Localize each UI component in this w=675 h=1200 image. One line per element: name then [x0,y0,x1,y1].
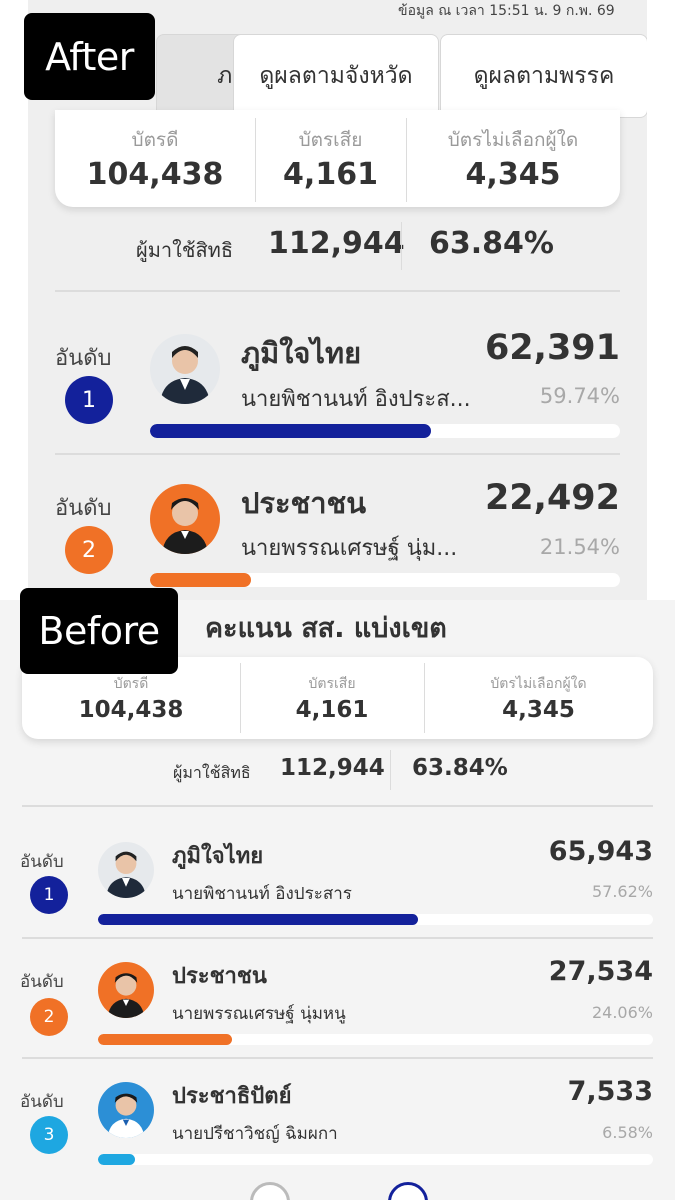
vote-count: 62,391 [484,328,620,368]
rank-label: อันดับ [55,496,112,521]
divider [55,453,620,455]
vote-share-bar [98,1034,653,1045]
divider [55,290,620,292]
vote-share-fill [150,573,252,587]
candidate-avatar [150,484,220,554]
candidate-avatar [98,1082,154,1138]
vote-share-fill [98,914,418,925]
stat-value: 4,161 [295,697,369,723]
pagination-prev-icon[interactable] [250,1182,290,1200]
vote-count: 7,533 [567,1076,653,1107]
ballot-stats-card: บัตรดี 104,438 บัตรเสีย 4,161 บัตรไม่เลื… [55,110,620,207]
vote-count: 27,534 [548,956,653,987]
vote-share-fill [98,1034,232,1045]
turnout-value: 112,944 [268,226,405,261]
rank-badge: 2 [65,526,113,574]
stat-no-vote-ballots: บัตรไม่เลือกผู้ใด 4,345 [406,110,620,207]
after-tag: After [24,13,155,100]
vote-share-bar [150,424,620,438]
rank-badge: 1 [30,876,68,914]
candidate-avatar [98,842,154,898]
before-screenshot: คะแนน สส. แบ่งเขต บัตรดี 104,438 บัตรเสี… [0,600,675,1200]
before-tag: Before [20,588,178,674]
party-name: ภูมิใจไทย [241,336,362,370]
stat-label: บัตรเสีย [298,129,363,151]
vote-percent: 6.58% [602,1123,653,1142]
stat-value: 4,345 [502,697,575,723]
stat-good-ballots: บัตรดี 104,438 [55,110,255,207]
stat-label: บัตรดี [113,676,149,692]
stat-label: บัตรเสีย [308,676,356,692]
stat-spoiled-ballots: บัตรเสีย 4,161 [240,657,424,739]
party-name: ภูมิใจไทย [172,844,264,869]
party-name: ประชาชน [172,964,267,989]
rank-badge: 2 [30,998,68,1036]
stat-spoiled-ballots: บัตรเสีย 4,161 [255,110,406,207]
tab-by-party[interactable]: ดูผลตามพรรค [440,34,647,118]
divider [22,805,653,807]
vote-share-bar [150,573,620,587]
section-title: คะแนน สส. แบ่งเขต [205,613,447,644]
stat-no-vote-ballots: บัตรไม่เลือกผู้ใด 4,345 [424,657,653,739]
tab-by-province[interactable]: ดูผลตามจังหวัด [233,34,439,118]
stat-value: 104,438 [78,697,184,723]
rank-label: อันดับ [20,852,64,872]
stat-value: 4,161 [283,157,378,192]
vote-share-fill [150,424,431,438]
turnout-value: 112,944 [280,755,385,781]
candidate-name: นายพิชานนท์ อิงประส... [241,387,471,412]
candidate-name: นายพรรณเศรษฐ์ นุ่ม... [241,536,458,561]
rank-badge: 3 [30,1116,68,1154]
turnout-percent: 63.84% [429,226,554,261]
vote-count: 65,943 [548,836,653,867]
rank-label: อันดับ [20,1092,64,1112]
party-name: ประชาธิปัตย์ [172,1084,292,1109]
party-name: ประชาชน [241,486,367,520]
candidate-name: นายพิชานนท์ อิงประสาร [172,884,352,904]
pagination-next-icon[interactable] [388,1182,428,1200]
turnout-percent: 63.84% [412,755,508,781]
divider [401,222,402,270]
divider [22,1057,653,1059]
stat-label: บัตรไม่เลือกผู้ใด [490,676,587,692]
stat-value: 104,438 [86,157,224,192]
candidate-avatar [98,962,154,1018]
rank-label: อันดับ [55,346,112,371]
vote-percent: 59.74% [539,384,620,408]
stat-value: 4,345 [465,157,561,192]
divider [22,937,653,939]
candidate-avatar [150,334,220,404]
vote-share-bar [98,1154,653,1165]
turnout-label: ผู้มาใช้สิทธิ [173,763,251,782]
divider [390,750,391,790]
vote-percent: 24.06% [591,1003,653,1022]
rank-label: อันดับ [20,972,64,992]
vote-count: 22,492 [484,478,620,518]
stat-label: บัตรดี [131,129,179,151]
vote-percent: 21.54% [539,535,620,559]
rank-badge: 1 [65,376,113,424]
candidate-name: นายพรรณเศรษฐ์ นุ่มหนู [172,1004,346,1024]
stat-label: บัตรไม่เลือกผู้ใด [447,129,579,151]
vote-percent: 57.62% [591,882,653,901]
vote-share-fill [98,1154,135,1165]
turnout-label: ผู้มาใช้สิทธิ [136,238,234,262]
vote-share-bar [98,914,653,925]
data-timestamp: ข้อมูล ณ เวลา 15:51 น. 9 ก.พ. 69 [398,3,615,19]
candidate-name: นายปรีชาวิชญ์ ฉิมผกา [172,1124,338,1144]
